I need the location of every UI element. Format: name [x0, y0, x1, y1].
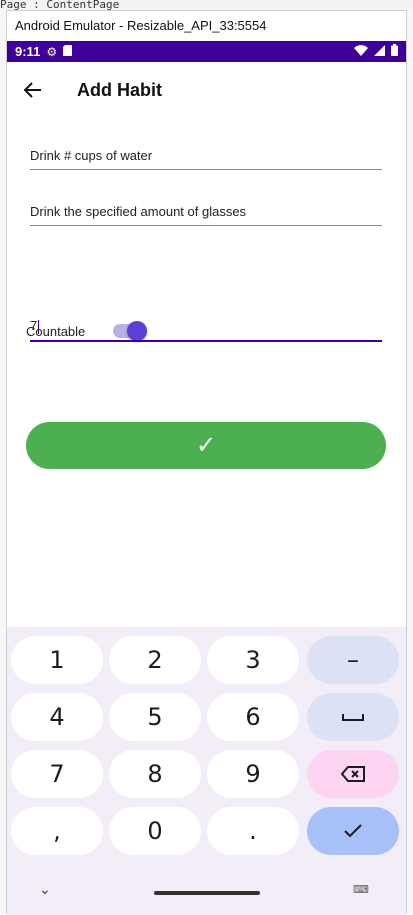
sd-card-icon [63, 44, 73, 59]
key-1[interactable]: 1 [11, 636, 103, 684]
keyboard-switch-icon[interactable]: ⌨ [353, 883, 369, 896]
key-2[interactable]: 2 [109, 636, 201, 684]
habit-name-value: Drink # cups of water [30, 148, 153, 163]
status-right [354, 44, 398, 59]
gesture-handle[interactable] [154, 891, 260, 895]
key-backspace[interactable] [307, 750, 399, 798]
add-habit-screen: Add Habit Drink # cups of water Drink th… [7, 62, 406, 627]
numeric-keyboard: 1 2 3 – 4 5 6 7 8 9 , 0 . ⌄ ⌨ [7, 627, 406, 915]
key-3[interactable]: 3 [207, 636, 299, 684]
key-7[interactable]: 7 [11, 750, 103, 798]
space-icon [342, 714, 364, 721]
status-bar: 9:11 ⚙ [7, 41, 406, 62]
key-enter[interactable] [307, 807, 399, 855]
hide-keyboard-icon[interactable]: ⌄ [39, 881, 51, 898]
key-0[interactable]: 0 [109, 807, 201, 855]
habit-description-field[interactable]: Drink the specified amount of glasses [30, 204, 382, 226]
key-space[interactable] [307, 693, 399, 741]
backspace-icon [341, 766, 365, 782]
check-icon [344, 824, 362, 838]
wifi-icon [354, 44, 368, 59]
window-title: Android Emulator - Resizable_API_33:5554 [7, 11, 406, 41]
habit-name-field[interactable]: Drink # cups of water [30, 148, 382, 170]
checkmark-icon: ✓ [195, 432, 217, 459]
habit-description-value: Drink the specified amount of glasses [30, 204, 247, 219]
field-underline [30, 169, 382, 170]
count-value: 7 [30, 318, 40, 334]
status-time: 9:11 [15, 44, 41, 59]
save-button[interactable]: ✓ [26, 422, 386, 469]
key-period[interactable]: . [207, 807, 299, 855]
key-8[interactable]: 8 [109, 750, 201, 798]
count-field[interactable]: 7 [30, 318, 382, 342]
field-underline-active [30, 339, 382, 342]
key-comma[interactable]: , [11, 807, 103, 855]
battery-icon [391, 44, 398, 59]
key-9[interactable]: 9 [207, 750, 299, 798]
emulator-window: Android Emulator - Resizable_API_33:5554… [6, 10, 407, 915]
app-toolbar: Add Habit [7, 62, 406, 118]
key-4[interactable]: 4 [11, 693, 103, 741]
ide-right-gutter [407, 10, 413, 914]
back-arrow-icon[interactable] [9, 62, 57, 118]
ide-code-line: Page : ContentPage [0, 0, 120, 10]
key-minus[interactable]: – [307, 636, 399, 684]
field-underline [30, 225, 382, 226]
key-5[interactable]: 5 [109, 693, 201, 741]
settings-icon: ⚙ [46, 44, 58, 59]
page-title: Add Habit [77, 79, 162, 100]
text-cursor [38, 319, 40, 334]
navigation-bar: ⌄ ⌨ [7, 871, 406, 915]
key-6[interactable]: 6 [207, 693, 299, 741]
signal-icon [374, 44, 385, 59]
